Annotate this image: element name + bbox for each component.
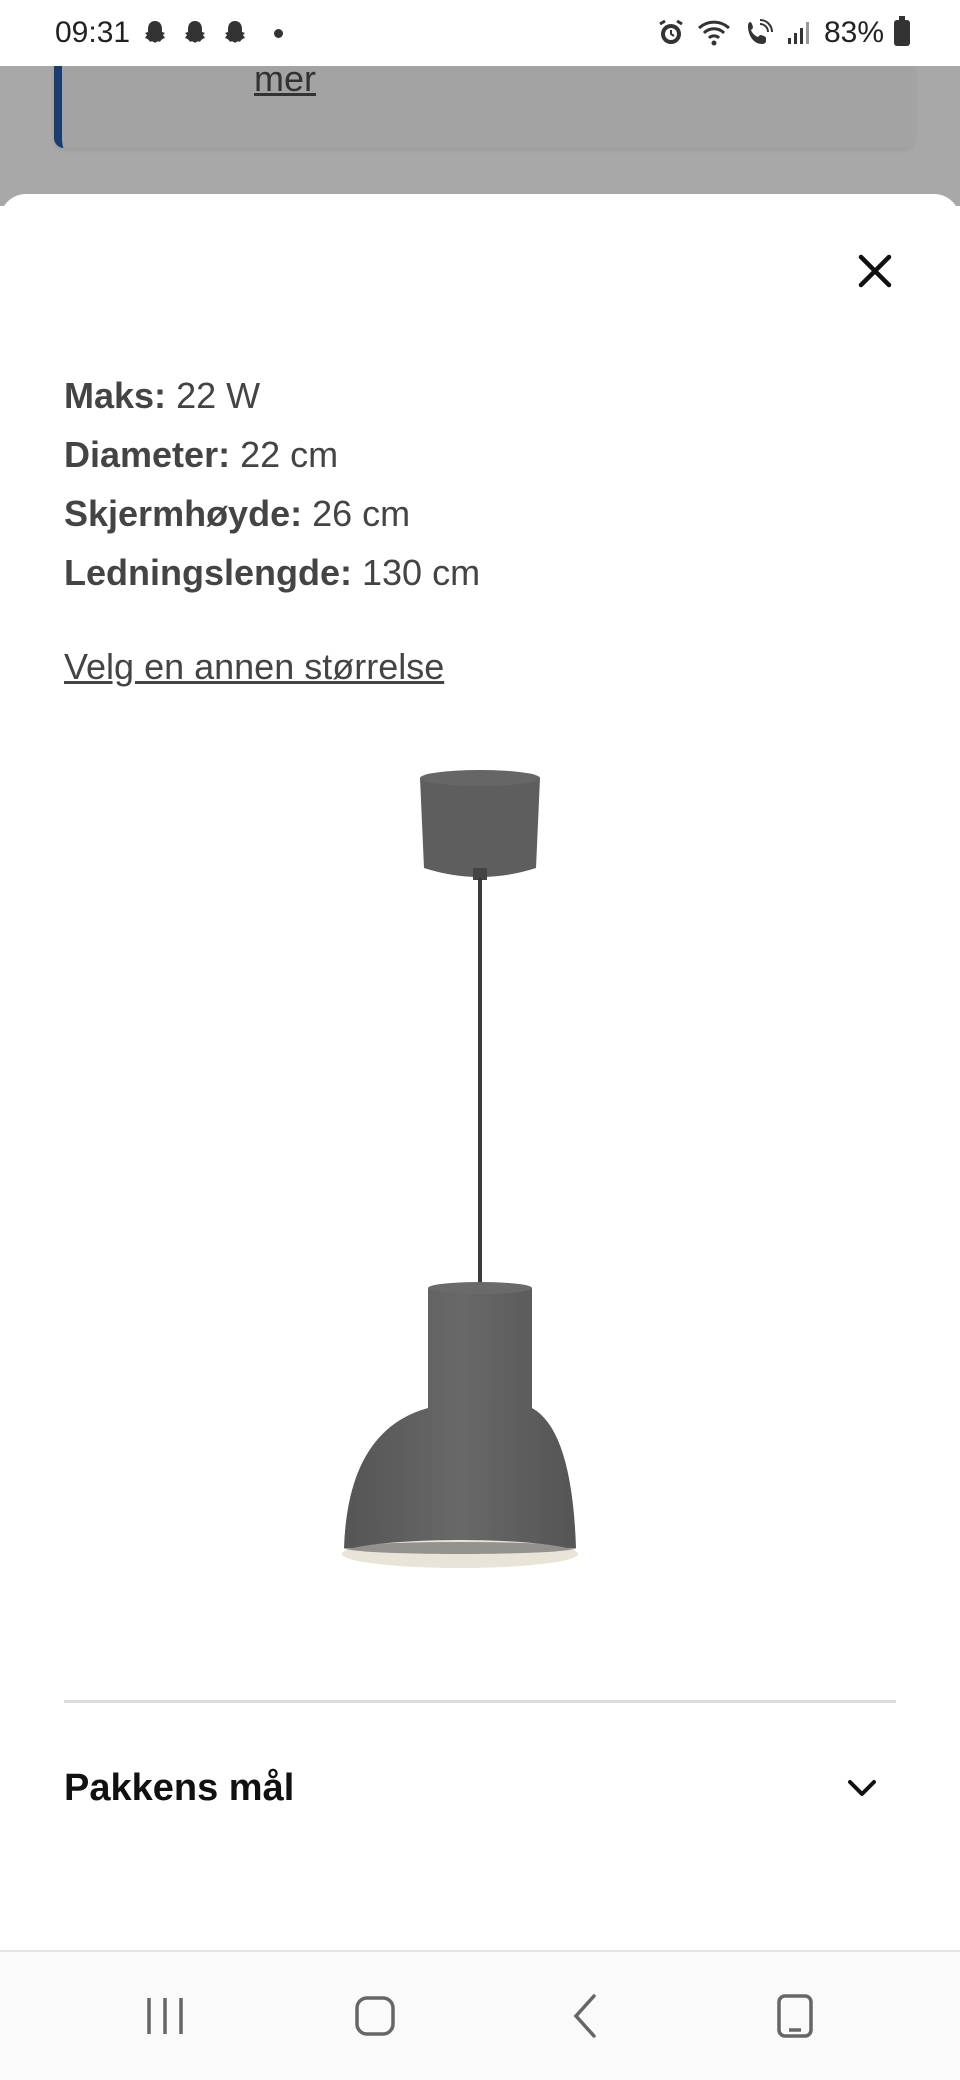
- product-details-sheet: Maks: 22 W Diameter: 22 cm Skjermhøyde: …: [0, 194, 960, 1950]
- back-button[interactable]: [550, 1981, 620, 2051]
- choose-size-link[interactable]: Velg en annen størrelse: [64, 646, 444, 688]
- alarm-icon: [659, 19, 683, 44]
- snapchat-icon: [145, 21, 166, 43]
- spec-row-cord-length: Ledningslengde: 130 cm: [64, 543, 480, 602]
- background-card: mer: [54, 58, 914, 148]
- battery-icon: [894, 16, 910, 46]
- spec-value: 26 cm: [312, 493, 411, 534]
- snapchat-icon: [185, 21, 206, 43]
- home-icon: [355, 1996, 395, 2036]
- close-button[interactable]: [848, 244, 902, 298]
- snapchat-icon: [225, 21, 246, 43]
- spec-row-max-wattage: Maks: 22 W: [64, 366, 480, 425]
- signal-icon: [787, 22, 809, 44]
- spec-list: Maks: 22 W Diameter: 22 cm Skjermhøyde: …: [64, 366, 480, 602]
- rotate-screen-icon: [777, 1994, 813, 2038]
- close-icon: [858, 254, 892, 288]
- status-left: 09:31: [55, 16, 284, 50]
- spec-value: 130 cm: [362, 552, 481, 593]
- navigation-bar: [0, 1950, 960, 2080]
- package-dimensions-accordion[interactable]: Pakkens mål: [64, 1750, 896, 1826]
- spec-label: Skjermhøyde:: [64, 493, 303, 534]
- background-overlay: mer: [0, 58, 960, 206]
- wifi-icon: [697, 20, 730, 46]
- recent-apps-button[interactable]: [130, 1981, 200, 2051]
- rotate-screen-button[interactable]: [760, 1981, 830, 2051]
- pendant-lamp-image: [342, 770, 578, 1568]
- status-time: 09:31: [55, 16, 131, 49]
- spec-label: Ledningslengde:: [64, 552, 352, 593]
- spec-value: 22 cm: [240, 434, 339, 475]
- spec-row-shade-height: Skjermhøyde: 26 cm: [64, 484, 480, 543]
- notification-dot: [274, 28, 284, 38]
- home-button[interactable]: [340, 1981, 410, 2051]
- status-bar: 09:31 83%: [0, 0, 960, 66]
- chevron-down-icon: [848, 1780, 876, 1796]
- wifi-call-icon: [747, 19, 773, 44]
- status-right: 83%: [656, 16, 910, 50]
- battery-percent: 83%: [823, 16, 884, 49]
- recent-apps-icon: [147, 1998, 183, 2034]
- back-icon: [573, 1994, 596, 2038]
- spec-label: Maks:: [64, 375, 167, 416]
- spec-row-diameter: Diameter: 22 cm: [64, 425, 480, 484]
- spec-label: Diameter:: [64, 434, 231, 475]
- divider: [64, 1700, 896, 1703]
- accordion-title: Pakkens mål: [64, 1766, 295, 1809]
- spec-value: 22 W: [176, 375, 261, 416]
